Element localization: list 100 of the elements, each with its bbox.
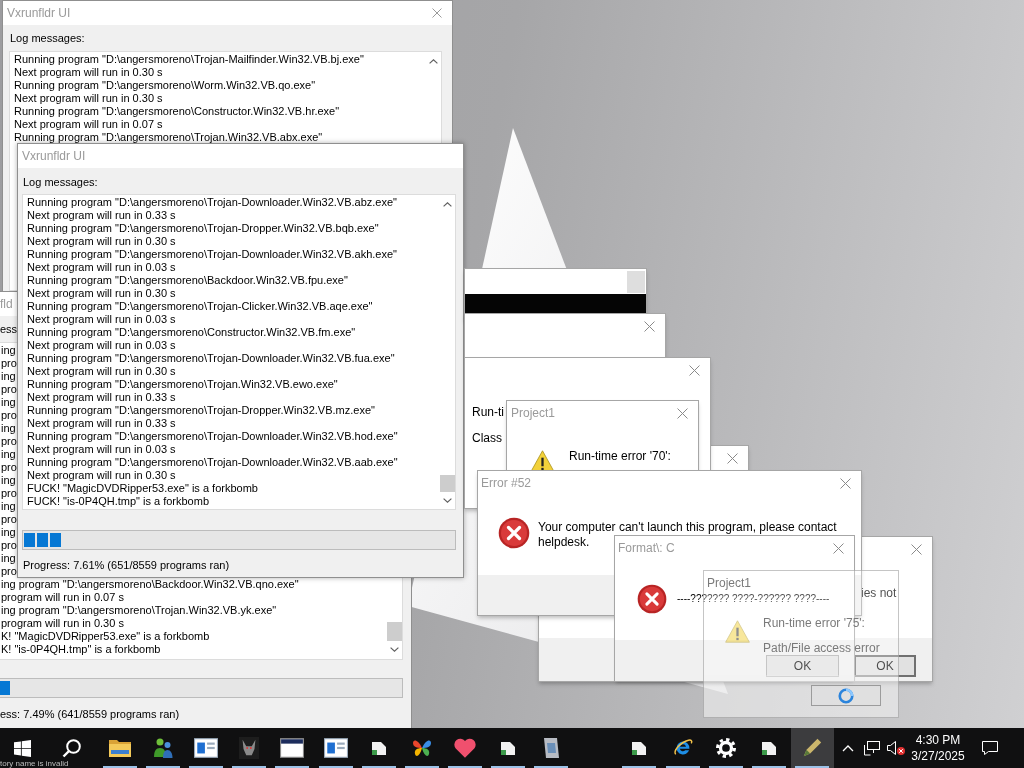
dialog-message: Class xyxy=(472,431,502,445)
log-line: Running program "D:\angersmoreno\Trojan-Mailfinder.Win32.VB.bj.exe" xyxy=(14,53,364,66)
heart-icon xyxy=(453,737,478,759)
log-line: Next program will run in 0.03 s xyxy=(27,313,176,326)
log-line: Running program "D:\angersmoreno\Trojan-Downloader.Win32.VB.aab.exe" xyxy=(27,456,398,469)
dialog-message: Path/File access error xyxy=(763,642,880,654)
taskbar-app[interactable] xyxy=(790,728,834,768)
busy-cursor-icon xyxy=(838,687,854,704)
dialog-title: Project1 xyxy=(511,406,556,420)
document-icon xyxy=(631,740,648,756)
error-icon xyxy=(637,584,667,614)
search-icon xyxy=(62,738,82,758)
dialog-message: Run-ti xyxy=(472,405,504,419)
close-icon[interactable] xyxy=(689,364,700,376)
window-title: fld xyxy=(0,297,13,311)
close-icon[interactable] xyxy=(432,8,442,18)
log-line: Next program will run in 0.30 s xyxy=(14,66,163,79)
network-icon[interactable] xyxy=(863,740,881,756)
scroll-up-icon[interactable] xyxy=(443,202,452,207)
log-line: pro xyxy=(1,565,17,578)
clock-date: 3/27/2025 xyxy=(911,748,965,764)
log-line: ing xyxy=(1,500,16,513)
log-line: Running program "D:\angersmoreno\Constructor.Win32.VB.hr.exe" xyxy=(14,105,340,118)
scroll-up-icon[interactable] xyxy=(429,59,438,64)
ok-button[interactable]: OK xyxy=(854,655,916,677)
log-line: ing xyxy=(1,370,16,383)
log-line: pro xyxy=(1,513,17,526)
scrollbar-thumb[interactable] xyxy=(387,622,402,641)
log-line: ing program "D:\angersmoreno\Trojan.Win32.VB.yk.exe" xyxy=(1,604,277,617)
log-line: Running program "D:\angersmoreno\Trojan-Dropper.Win32.VB.bqb.exe" xyxy=(27,222,379,235)
log-line: program will run in 0.30 s xyxy=(1,617,124,630)
progress-text: Progress: 7.61% (651/8559 programs ran) xyxy=(23,558,230,572)
clock[interactable]: 4:30 PM 3/27/2025 xyxy=(908,728,968,768)
log-line: pro xyxy=(1,539,17,552)
document-icon xyxy=(761,740,777,756)
log-label: ess xyxy=(0,322,18,336)
log-line: Next program will run in 0.30 s xyxy=(27,287,176,300)
warning-icon xyxy=(725,620,750,643)
log-line: Next program will run in 0.07 s xyxy=(14,118,163,131)
log-line: program will run in 0.07 s xyxy=(1,591,124,604)
window-icon xyxy=(193,737,218,759)
dialog-title: Error #52 xyxy=(481,476,532,490)
scrollbar-thumb[interactable] xyxy=(440,475,455,492)
log-line: Next program will run in 0.03 s xyxy=(27,339,176,352)
close-icon[interactable] xyxy=(911,543,922,555)
error-icon xyxy=(498,517,530,549)
window-title: Vxrunfldr UI xyxy=(22,149,86,163)
close-icon[interactable] xyxy=(727,452,738,464)
dialog-message: Run-time error '75': xyxy=(763,617,865,629)
log-line: pro xyxy=(1,357,17,370)
chevron-up-icon[interactable] xyxy=(842,744,854,752)
folder-icon xyxy=(107,737,132,759)
log-line: Running program "D:\angersmoreno\Trojan.Win32.VB.ewo.exe" xyxy=(27,378,338,391)
close-icon[interactable] xyxy=(840,477,851,489)
document-icon xyxy=(370,740,387,756)
stray-text: tory name is invalid xyxy=(0,759,69,768)
log-line: pro xyxy=(1,409,17,422)
log-line: Running program "D:\angersmoreno\Trojan-Downloader.Win32.VB.akh.exe" xyxy=(27,248,397,261)
log-line: Next program will run in 0.03 s xyxy=(27,443,176,456)
log-line: ing xyxy=(1,344,16,357)
log-line: Next program will run in 0.33 s xyxy=(27,209,176,222)
log-line: Next program will run in 0.30 s xyxy=(14,92,163,105)
log-line: Running program "D:\angersmoreno\Worm.Win32.VB.qo.exe" xyxy=(14,79,316,92)
log-line: K! "is-0P4QH.tmp" is a forkbomb xyxy=(1,643,161,656)
log-label: Log messages: xyxy=(23,175,98,189)
dialog-button[interactable] xyxy=(811,685,881,706)
close-icon[interactable] xyxy=(833,542,844,554)
dialog-message: Your computer can't launch this program, please contact xyxy=(538,520,837,534)
dialog-message: ----??????? ????-?????? ????---- xyxy=(677,592,830,606)
log-line: Running program "D:\angersmoreno\Trojan-Clicker.Win32.VB.aqe.exe" xyxy=(27,300,373,313)
log-line: Running program "D:\angersmoreno\Backdoor.Win32.VB.fpu.exe" xyxy=(27,274,348,287)
log-line: ing xyxy=(1,448,16,461)
log-line: Running program "D:\angersmoreno\Trojan-Dropper.Win32.VB.mz.exe" xyxy=(27,404,375,417)
ok-button[interactable]: OK xyxy=(766,655,839,677)
log-line: ing program "D:\angersmoreno\Backdoor.Win32.VB.qno.exe" xyxy=(1,578,299,591)
close-icon[interactable] xyxy=(677,407,688,419)
clock-time: 4:30 PM xyxy=(915,732,961,748)
log-line: Next program will run in 0.33 s xyxy=(27,391,176,404)
log-line: Next program will run in 0.30 s xyxy=(27,235,176,248)
horned-figure-icon xyxy=(237,737,262,759)
window-icon xyxy=(323,737,348,759)
dialog-title: Format\: C xyxy=(618,541,675,555)
notification-icon[interactable] xyxy=(981,740,999,756)
log-line: pro xyxy=(1,435,17,448)
speaker-muted-icon[interactable] xyxy=(886,740,906,756)
document-icon xyxy=(500,740,517,756)
log-line: Running program "D:\angersmoreno\Trojan-Downloader.Win32.VB.fua.exe" xyxy=(27,352,395,365)
log-label: Log messages: xyxy=(10,31,85,45)
log-line: Running program "D:\angersmoreno\Trojan-Downloader.Win32.VB.hod.exe" xyxy=(27,430,398,443)
scroll-down-icon[interactable] xyxy=(443,498,452,503)
progress-text: ess: 7.49% (641/8559 programs ran) xyxy=(0,707,180,721)
log-line: K! "MagicDVDRipper53.exe" is a forkbomb xyxy=(1,630,210,643)
log-line: pro xyxy=(1,487,17,500)
dialog-message: helpdesk. xyxy=(538,535,590,549)
log-line: ing xyxy=(1,474,16,487)
log-line: Running program "D:\angersmoreno\Trojan.Win32.VB.abx.exe" xyxy=(14,131,323,144)
scroll-down-icon[interactable] xyxy=(390,647,399,652)
close-icon[interactable] xyxy=(644,320,655,332)
log-line: FUCK! "is-0P4QH.tmp" is a forkbomb xyxy=(27,495,210,508)
log-line: Next program will run in 0.33 s xyxy=(27,417,176,430)
